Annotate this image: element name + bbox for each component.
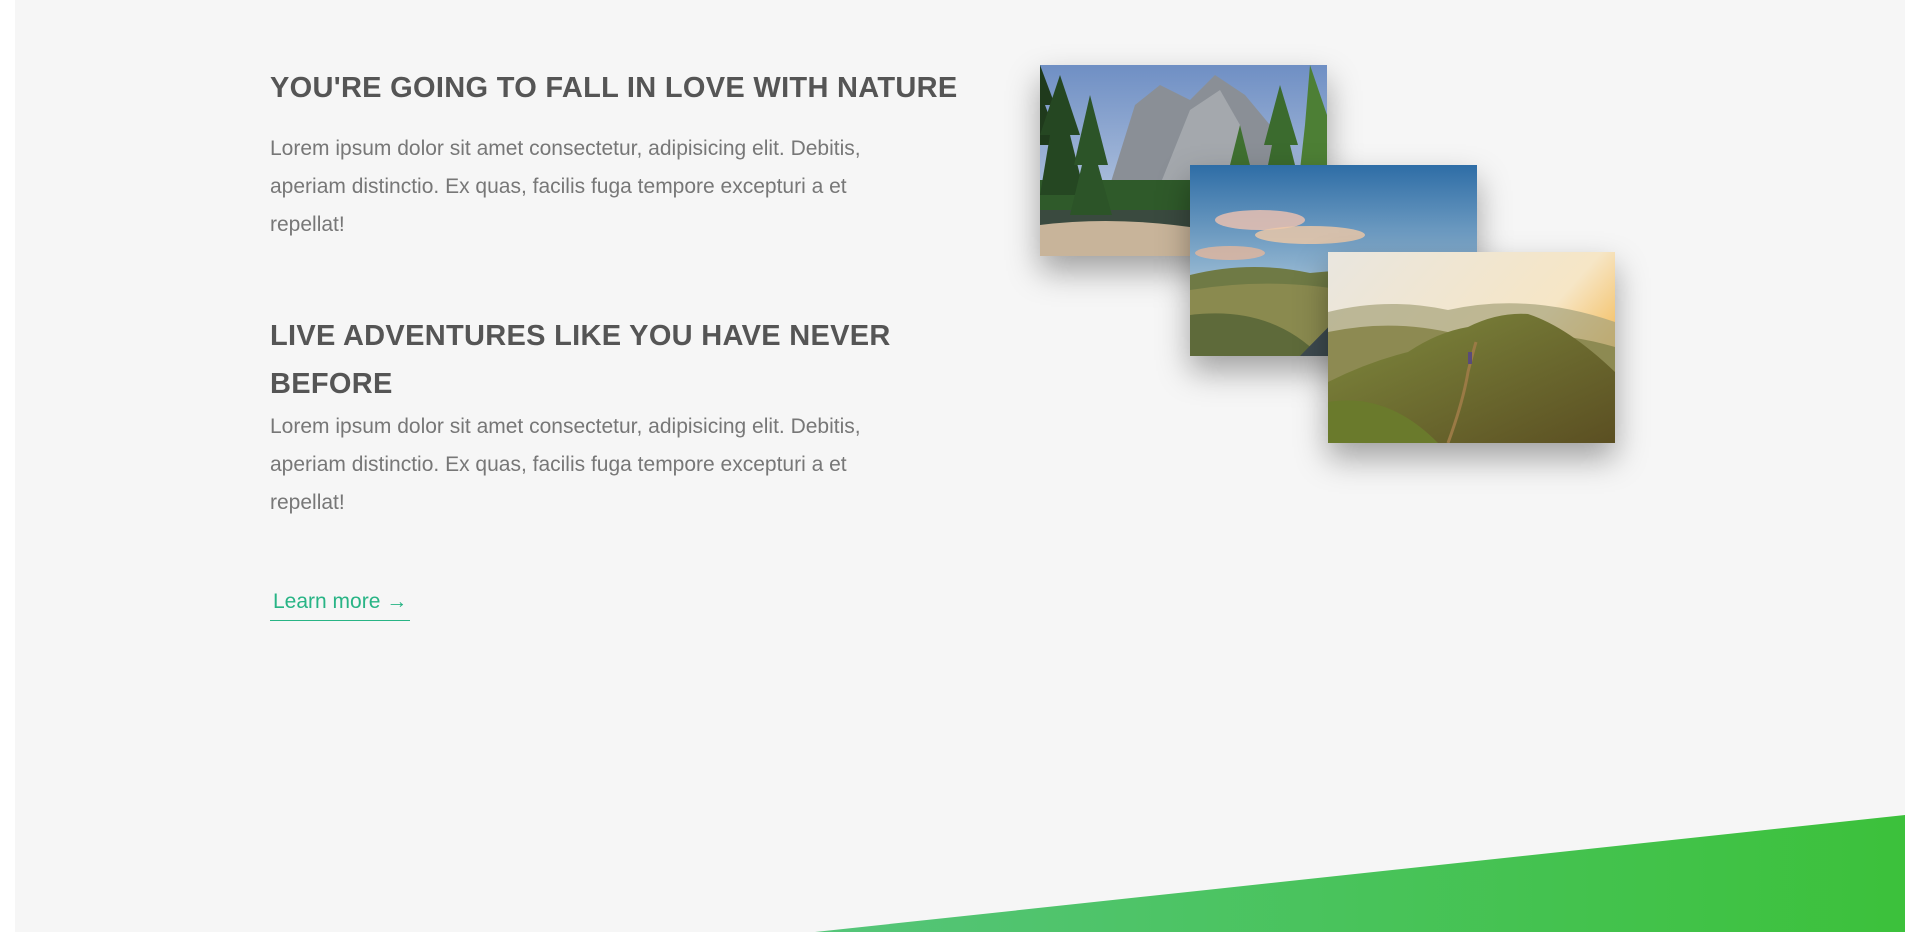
learn-more-link[interactable]: Learn more → — [270, 590, 411, 621]
paragraph-1: Lorem ipsum dolor sit amet consectetur, … — [270, 137, 861, 236]
photo-mountain-ridge — [1328, 252, 1615, 443]
features-section: YOU'RE GOING TO FALL IN LOVE WITH NATURE… — [15, 0, 1905, 932]
heading-live-adventures: LIVE ADVENTURES LIKE YOU HAVE NEVER BEFO… — [270, 320, 891, 400]
paragraph-2: Lorem ipsum dolor sit amet consectetur, … — [270, 415, 861, 514]
text-column: YOU'RE GOING TO FALL IN LOVE WITH NATURE… — [270, 60, 970, 621]
heading-fall-in-love: YOU'RE GOING TO FALL IN LOVE WITH NATURE — [270, 72, 958, 104]
